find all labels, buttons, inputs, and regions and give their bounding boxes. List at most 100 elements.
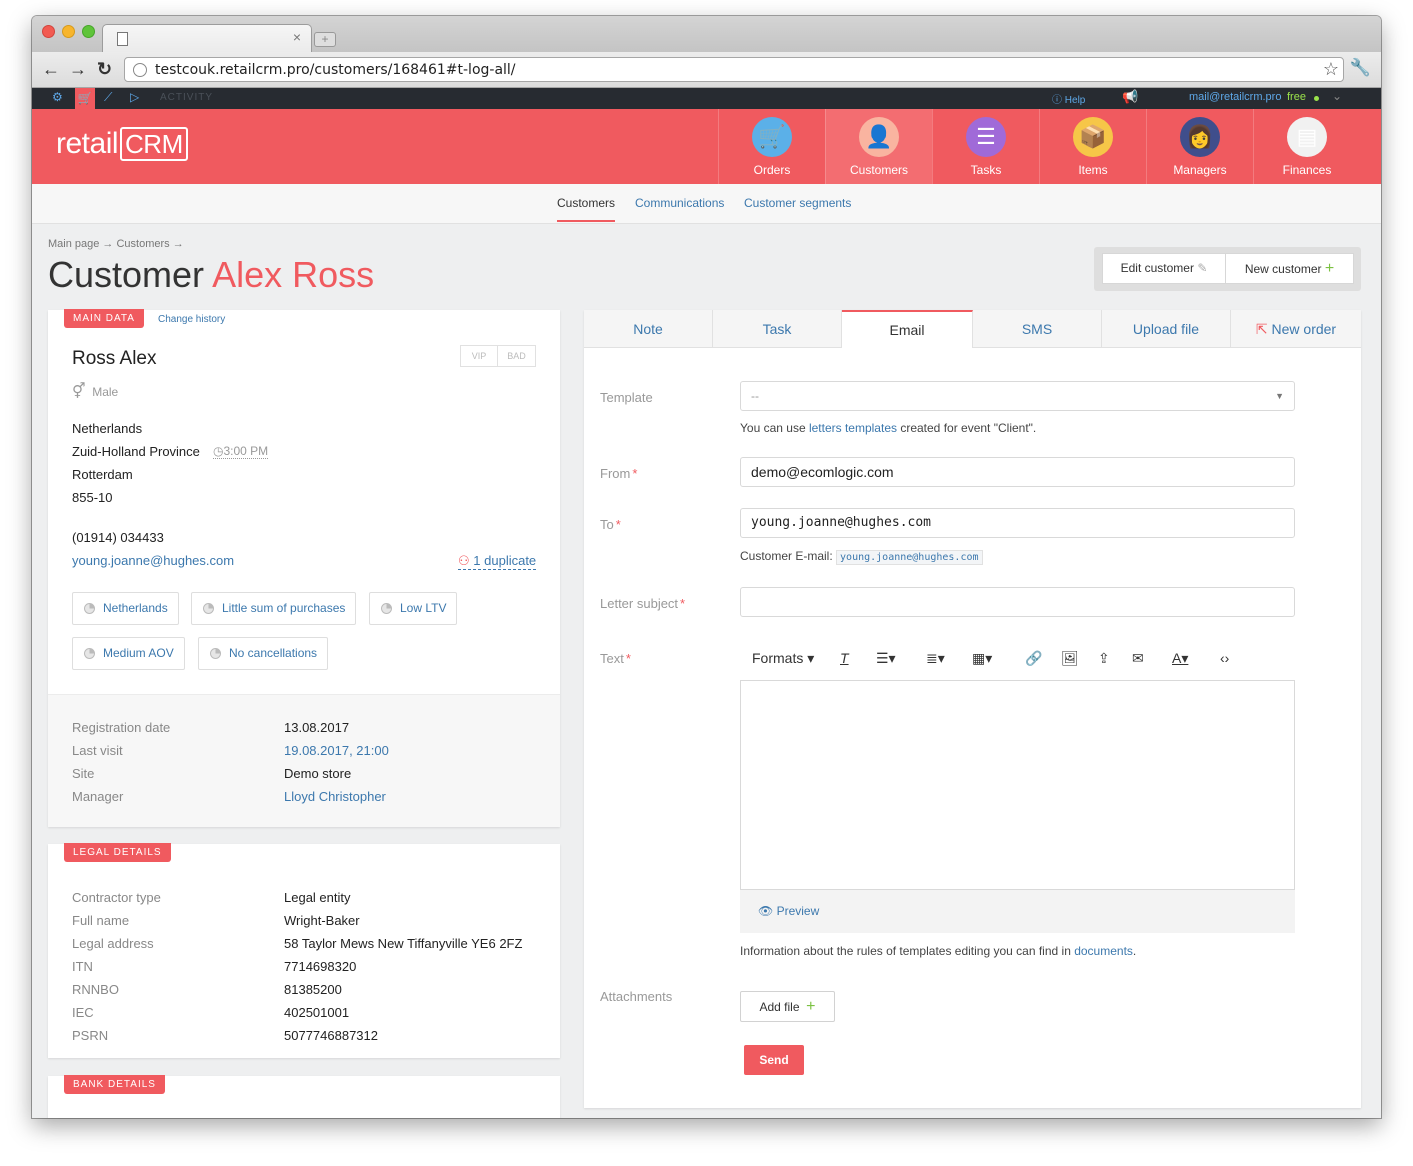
gender-icon: ⚥: [72, 383, 86, 400]
subject-input[interactable]: [740, 587, 1295, 617]
browser-tab[interactable]: ×: [102, 24, 312, 52]
activity-label[interactable]: ACTIVITY: [160, 92, 213, 103]
minimize-window-dot[interactable]: [62, 25, 75, 38]
tab-upload-file[interactable]: Upload file: [1102, 310, 1231, 348]
breadcrumb[interactable]: Main page → Customers →: [48, 238, 184, 250]
analytics-icon[interactable]: ⟋: [104, 90, 112, 105]
vip-badge[interactable]: VIP: [460, 345, 498, 367]
numbered-list-icon[interactable]: ≣▾: [926, 650, 945, 667]
source-code-icon[interactable]: ‹›: [1220, 650, 1229, 666]
documents-link[interactable]: documents: [1074, 944, 1133, 958]
subnav-communications[interactable]: Communications: [635, 196, 724, 210]
duplicate-link[interactable]: ⚇ 1 duplicate: [458, 553, 537, 570]
nav-customers[interactable]: 👤 Customers: [825, 109, 932, 184]
tab-sms[interactable]: SMS: [973, 310, 1102, 348]
plus-icon: +: [1324, 260, 1335, 277]
letters-templates-link[interactable]: letters templates: [809, 421, 897, 435]
help-link[interactable]: ⓘ Help: [1052, 91, 1085, 106]
segment-pie-icon: [381, 603, 392, 614]
reload-icon[interactable]: ↻: [97, 59, 112, 80]
legal-label: Full name: [72, 913, 130, 928]
tab-bar: × +: [32, 16, 1381, 52]
forward-arrow-icon[interactable]: →: [69, 59, 87, 80]
phone[interactable]: (01914) 034433: [72, 530, 164, 545]
from-input[interactable]: demo@ecomlogic.com: [740, 457, 1295, 487]
nav-items[interactable]: 📦 Items: [1039, 109, 1146, 184]
customer-email-chip[interactable]: young.joanne@hughes.com: [836, 550, 983, 565]
upload-icon[interactable]: ⇪: [1098, 650, 1110, 667]
segment-little-sum[interactable]: Little sum of purchases: [191, 592, 357, 625]
tab-note[interactable]: Note: [584, 310, 713, 348]
segment-low-ltv[interactable]: Low LTV: [369, 592, 458, 625]
bookmark-star-icon[interactable]: ☆: [1323, 59, 1339, 80]
tab-email[interactable]: Email: [842, 310, 973, 348]
address-bar[interactable]: testcouk.retailcrm.pro/customers/168461#…: [124, 57, 1344, 82]
plus-icon: +: [806, 998, 816, 1015]
communication-panel: Note Task Email SMS Upload file ⇱ New or…: [584, 310, 1361, 1108]
nav-label: Finances: [1282, 163, 1332, 177]
change-history-link[interactable]: Change history: [158, 314, 225, 325]
table-icon[interactable]: ▦▾: [972, 650, 992, 667]
preview-button[interactable]: 👁 Preview: [740, 890, 1295, 933]
nav-tasks[interactable]: ☰ Tasks: [932, 109, 1039, 184]
chevron-down-icon[interactable]: ⌄: [1332, 89, 1342, 103]
zoom-window-dot[interactable]: [82, 25, 95, 38]
new-customer-button[interactable]: New customer +: [1225, 253, 1354, 284]
formats-dropdown[interactable]: Formats ▾: [752, 650, 814, 667]
gender: ⚥ Male: [72, 383, 119, 400]
send-button[interactable]: Send: [744, 1045, 804, 1075]
user-email[interactable]: mail@retailcrm.pro: [1189, 91, 1281, 103]
subnav-customers[interactable]: Customers: [557, 196, 616, 222]
edit-customer-button[interactable]: Edit customer ✎: [1102, 253, 1226, 284]
subnav-customer-segments[interactable]: Customer segments: [744, 196, 851, 210]
info-label: Site: [72, 766, 95, 781]
customer-email-link[interactable]: young.joanne@hughes.com: [72, 553, 234, 568]
tasks-icon: ☰: [966, 117, 1006, 157]
plan-label: free: [1287, 91, 1306, 103]
template-label: Template: [600, 390, 653, 405]
tab-task[interactable]: Task: [713, 310, 842, 348]
font-color-icon[interactable]: A▾: [1172, 650, 1188, 667]
close-tab-icon[interactable]: ×: [293, 29, 301, 45]
from-label: From *: [600, 466, 638, 481]
registration-date: 13.08.2017: [284, 720, 350, 735]
nav-orders[interactable]: 🛒 Orders: [718, 109, 825, 184]
wrench-icon[interactable]: 🔧: [1350, 58, 1371, 78]
back-arrow-icon[interactable]: ←: [42, 59, 60, 80]
settings-gear-icon[interactable]: ⚙: [52, 90, 63, 104]
nav-managers[interactable]: 👩 Managers: [1146, 109, 1253, 184]
customer-email-note: Customer E-mail: young.joanne@hughes.com: [740, 549, 983, 565]
segment-netherlands[interactable]: Netherlands: [72, 592, 179, 625]
link-icon[interactable]: 🔗: [1025, 650, 1042, 667]
new-tab-button[interactable]: +: [314, 32, 336, 47]
play-icon[interactable]: ▷: [130, 90, 139, 104]
add-file-button[interactable]: Add file +: [740, 991, 835, 1022]
segment-pie-icon: [210, 648, 221, 659]
bank-details-panel: BANK DETAILS: [48, 1075, 560, 1118]
cart-icon[interactable]: 🛒: [75, 88, 95, 109]
template-select[interactable]: -- ▼: [740, 381, 1295, 411]
clear-format-icon[interactable]: T: [840, 650, 849, 666]
megaphone-icon[interactable]: 📢: [1122, 89, 1138, 105]
main-data-tag: MAIN DATA: [64, 309, 144, 328]
envelope-icon[interactable]: ✉: [1132, 650, 1144, 667]
caret-down-icon: ▼: [1275, 391, 1284, 401]
legal-value: 58 Taylor Mews New Tiffanyville YE6 2FZ: [284, 936, 523, 951]
bad-badge[interactable]: BAD: [497, 345, 536, 367]
segment-medium-aov[interactable]: Medium AOV: [72, 637, 185, 670]
segment-no-cancellations[interactable]: No cancellations: [198, 637, 329, 670]
items-icon: 📦: [1073, 117, 1113, 157]
manager-link[interactable]: Lloyd Christopher: [284, 789, 386, 804]
tab-new-order[interactable]: ⇱ New order: [1231, 310, 1361, 348]
close-window-dot[interactable]: [42, 25, 55, 38]
retailcrm-logo[interactable]: retail CRM: [56, 127, 188, 161]
image-icon[interactable]: 🖼: [1061, 650, 1079, 667]
to-input[interactable]: young.joanne@hughes.com: [740, 508, 1295, 538]
managers-icon: 👩: [1180, 117, 1220, 157]
last-visit-link[interactable]: 19.08.2017, 21:00: [284, 743, 389, 758]
attachments-label: Attachments: [600, 989, 673, 1004]
bullet-list-icon[interactable]: ☰▾: [876, 650, 896, 667]
legal-details-tag: LEGAL DETAILS: [64, 843, 171, 862]
email-body-editor[interactable]: [740, 680, 1295, 890]
nav-finances[interactable]: ▤ Finances: [1253, 109, 1360, 184]
